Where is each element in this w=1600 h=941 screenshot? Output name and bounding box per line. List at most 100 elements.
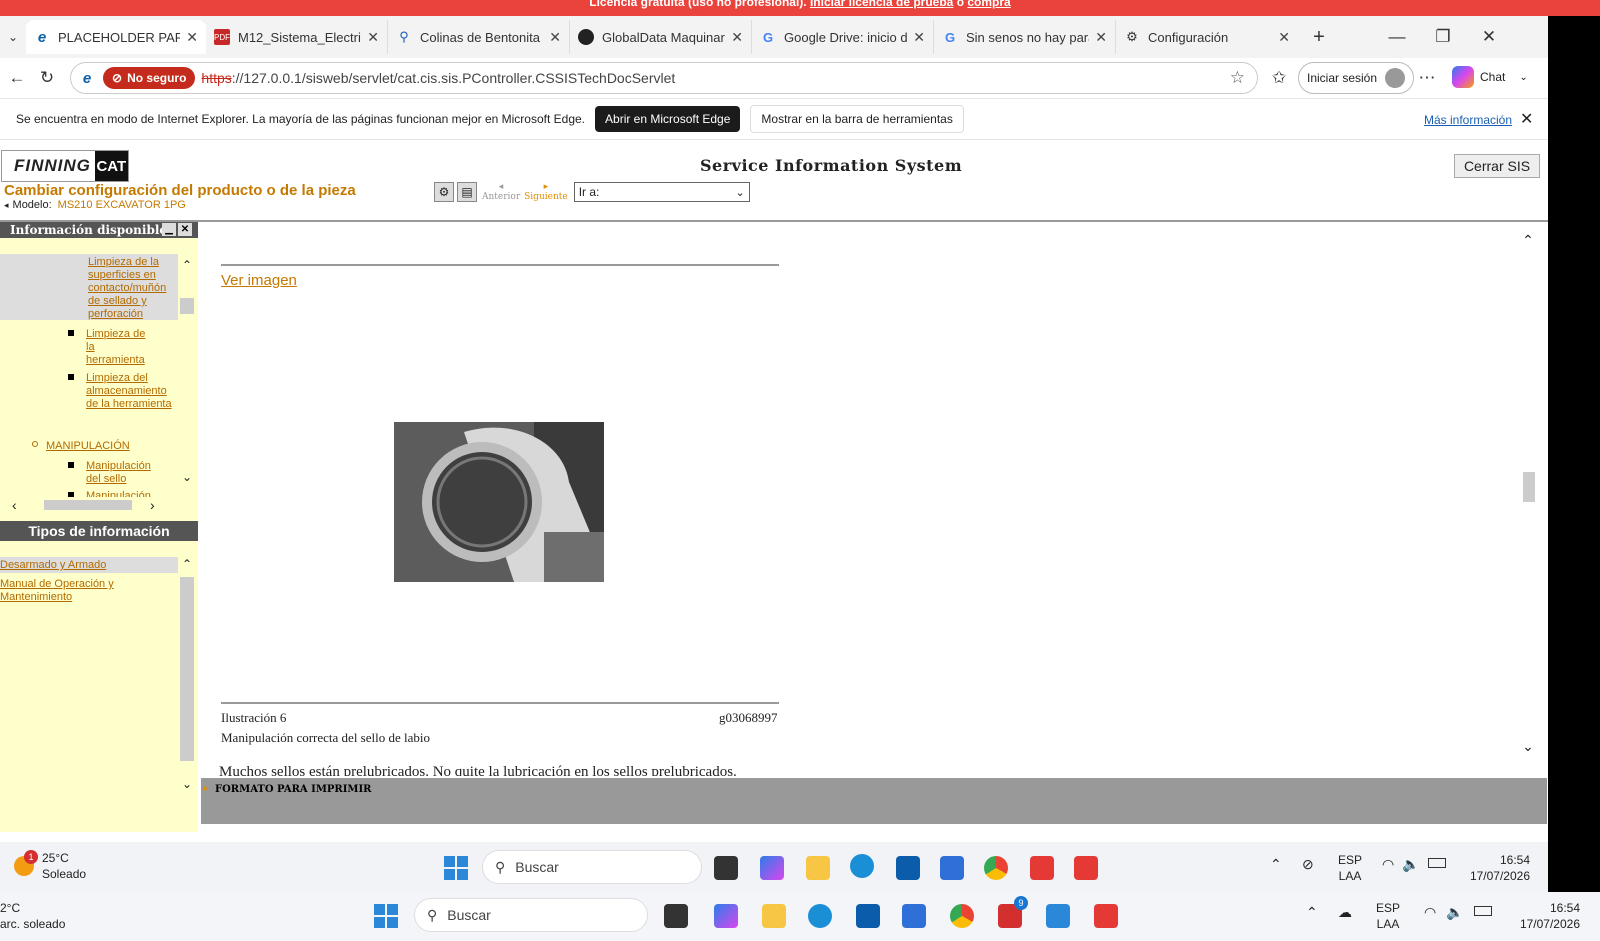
back-arrow-icon[interactable]: ← xyxy=(0,61,34,95)
edge-icon[interactable] xyxy=(808,904,832,928)
tab-globaldata[interactable]: GlobalData Maquinaria ✕ xyxy=(570,20,752,54)
scroll-left-icon[interactable]: ‹ xyxy=(12,497,17,513)
volume-icon[interactable]: 🔈 xyxy=(1402,856,1419,873)
tree-item-handling[interactable]: MANIPULACIÓN xyxy=(46,440,176,453)
type-operation-manual[interactable]: Manual de Operación y Mantenimiento xyxy=(0,578,130,604)
outlook-icon[interactable] xyxy=(940,856,964,880)
type-disassembly[interactable]: Desarmado y Armado xyxy=(0,559,106,572)
close-tab-icon[interactable]: ✕ xyxy=(1278,29,1290,46)
content-vertical-scrollbar[interactable]: ⌃ ⌄ xyxy=(1519,222,1537,778)
tab-configuracion[interactable]: ⚙ Configuración ✕ xyxy=(1116,20,1298,54)
next-button[interactable]: ▸ Siguiente xyxy=(524,182,568,202)
tree-item-cleaning-tool[interactable]: Limpieza de la herramienta xyxy=(86,328,146,367)
tab-actions-chevron-icon[interactable]: ⌄ xyxy=(0,20,26,54)
store-icon[interactable] xyxy=(896,856,920,880)
open-in-edge-button[interactable]: Abrir en Microsoft Edge xyxy=(595,106,741,132)
anydesk-icon-2[interactable] xyxy=(1074,856,1098,880)
anydesk-icon[interactable] xyxy=(1030,856,1054,880)
types-vertical-scrollbar[interactable]: ⌃ ⌄ xyxy=(178,557,196,817)
chrome-icon[interactable] xyxy=(984,856,1008,880)
show-in-toolbar-button[interactable]: Mostrar en la barra de herramientas xyxy=(750,105,964,133)
more-info-link[interactable]: Más información xyxy=(1424,113,1512,127)
signin-button[interactable]: Iniciar sesión xyxy=(1298,62,1415,94)
show-hidden-icons-chevron[interactable]: ⌃ xyxy=(1270,856,1282,873)
tab-colinas-bentonita[interactable]: ⚲ Colinas de Bentonita de ✕ xyxy=(388,20,570,54)
clock[interactable]: 16:54 17/07/2026 xyxy=(1466,852,1530,884)
scroll-thumb[interactable] xyxy=(1523,472,1535,502)
minimize-panel-icon[interactable]: ▁ xyxy=(162,223,176,236)
not-secure-badge[interactable]: ⊘ No seguro xyxy=(103,67,196,89)
close-tab-icon[interactable]: ✕ xyxy=(731,29,743,46)
close-sis-button[interactable]: Cerrar SIS xyxy=(1454,154,1540,178)
weather-widget-outer[interactable]: 2°C arc. soleado xyxy=(0,900,65,932)
close-tab-icon[interactable]: ✕ xyxy=(186,29,198,46)
reload-icon[interactable]: ↻ xyxy=(30,61,64,95)
star-favorite-icon[interactable]: ☆ xyxy=(1230,68,1245,88)
taskbar-search[interactable]: ⚲ Buscar xyxy=(482,850,702,884)
network-off-icon[interactable]: ⊘ xyxy=(1302,856,1314,873)
scroll-thumb[interactable] xyxy=(180,298,194,314)
anydesk-icon[interactable] xyxy=(1094,904,1118,928)
language-indicator[interactable]: ESP LAA xyxy=(1376,900,1400,932)
show-hidden-icons-chevron[interactable]: ⌃ xyxy=(1306,904,1318,921)
clock[interactable]: 16:54 17/07/2026 xyxy=(1512,900,1580,932)
scroll-down-icon[interactable]: ⌄ xyxy=(178,777,196,791)
task-view-icon[interactable] xyxy=(664,904,688,928)
m365-icon[interactable] xyxy=(714,904,738,928)
document-icon[interactable]: ▤ xyxy=(457,182,477,202)
view-image-link[interactable]: Ver imagen xyxy=(221,272,297,289)
file-explorer-icon[interactable] xyxy=(762,904,786,928)
outlook-icon[interactable] xyxy=(902,904,926,928)
goto-select[interactable]: Ir a: ⌄ xyxy=(573,182,750,202)
windows-start-icon[interactable] xyxy=(444,856,468,880)
scroll-down-icon[interactable]: ⌄ xyxy=(178,470,196,484)
scroll-up-icon[interactable]: ⌃ xyxy=(1519,232,1537,249)
purchase-link[interactable]: compra xyxy=(967,0,1010,9)
restore-icon[interactable]: ❐ xyxy=(1426,20,1460,54)
m365-icon[interactable] xyxy=(760,856,784,880)
minimize-icon[interactable]: — xyxy=(1380,20,1414,54)
tab-placeholder-parts[interactable]: e PLACEHOLDER PARTS M ✕ xyxy=(26,20,206,54)
previous-button[interactable]: ◂ Anterior xyxy=(482,182,520,202)
tree-item-tool-storage[interactable]: Limpieza del almacenamiento de la herram… xyxy=(86,372,178,411)
wifi-icon[interactable]: ◠ xyxy=(1424,904,1436,921)
scroll-up-icon[interactable]: ⌃ xyxy=(178,258,196,272)
language-indicator[interactable]: ESP LAA xyxy=(1338,852,1362,884)
scroll-down-icon[interactable]: ⌄ xyxy=(1519,738,1537,755)
ie-mode-icon[interactable]: e xyxy=(77,70,97,87)
weather-widget[interactable]: 25°C Soleado xyxy=(42,850,86,882)
close-infobar-icon[interactable]: ✕ xyxy=(1520,109,1533,129)
address-field[interactable]: e ⊘ No seguro https://127.0.0.1/sisweb/se… xyxy=(70,62,1258,94)
print-format-link[interactable]: FORMATO PARA IMPRIMIR xyxy=(215,784,371,795)
scroll-up-icon[interactable]: ⌃ xyxy=(178,557,196,571)
tab-google-drive[interactable]: G Google Drive: inicio de ✕ xyxy=(752,20,934,54)
close-tab-icon[interactable]: ✕ xyxy=(1095,29,1107,46)
new-tab-plus-icon[interactable]: + xyxy=(1302,20,1336,54)
volume-icon[interactable]: 🔈 xyxy=(1446,904,1463,921)
tab-sin-senos[interactable]: G Sin senos no hay parais ✕ xyxy=(934,20,1116,54)
gear-settings-icon[interactable]: ⚙ xyxy=(434,182,454,202)
task-view-icon[interactable] xyxy=(714,856,738,880)
close-tab-icon[interactable]: ✕ xyxy=(367,29,379,46)
edge-icon[interactable] xyxy=(850,854,874,878)
close-panel-icon[interactable]: ✕ xyxy=(178,223,192,236)
store-icon[interactable] xyxy=(856,904,880,928)
favorites-icon[interactable]: ✩ xyxy=(1262,61,1296,95)
close-tab-icon[interactable]: ✕ xyxy=(549,29,561,46)
notepad-icon[interactable] xyxy=(1046,904,1070,928)
battery-icon[interactable] xyxy=(1474,906,1492,916)
close-window-icon[interactable]: ✕ xyxy=(1472,20,1506,54)
tree-item-cleaning-surfaces[interactable]: Limpieza de la superficies en contacto/m… xyxy=(88,256,178,321)
more-options-icon[interactable]: ⋯ xyxy=(1410,61,1444,95)
taskbar-search-outer[interactable]: ⚲ Buscar xyxy=(414,898,648,932)
chrome-icon[interactable] xyxy=(950,904,974,928)
windows-start-icon[interactable] xyxy=(374,904,398,928)
tree-horizontal-scrollbar[interactable]: ‹ › xyxy=(0,497,198,513)
close-tab-icon[interactable]: ✕ xyxy=(913,29,925,46)
battery-icon[interactable] xyxy=(1428,858,1446,868)
scroll-track[interactable] xyxy=(180,577,194,761)
tab-m12-sistema[interactable]: PDF M12_Sistema_Electrico_ ✕ xyxy=(206,20,388,54)
tree-item-seal-handling[interactable]: Manipulación del sello xyxy=(86,460,166,486)
change-config-link[interactable]: Cambiar configuración del producto o de … xyxy=(4,182,356,199)
scroll-right-icon[interactable]: › xyxy=(150,497,155,513)
